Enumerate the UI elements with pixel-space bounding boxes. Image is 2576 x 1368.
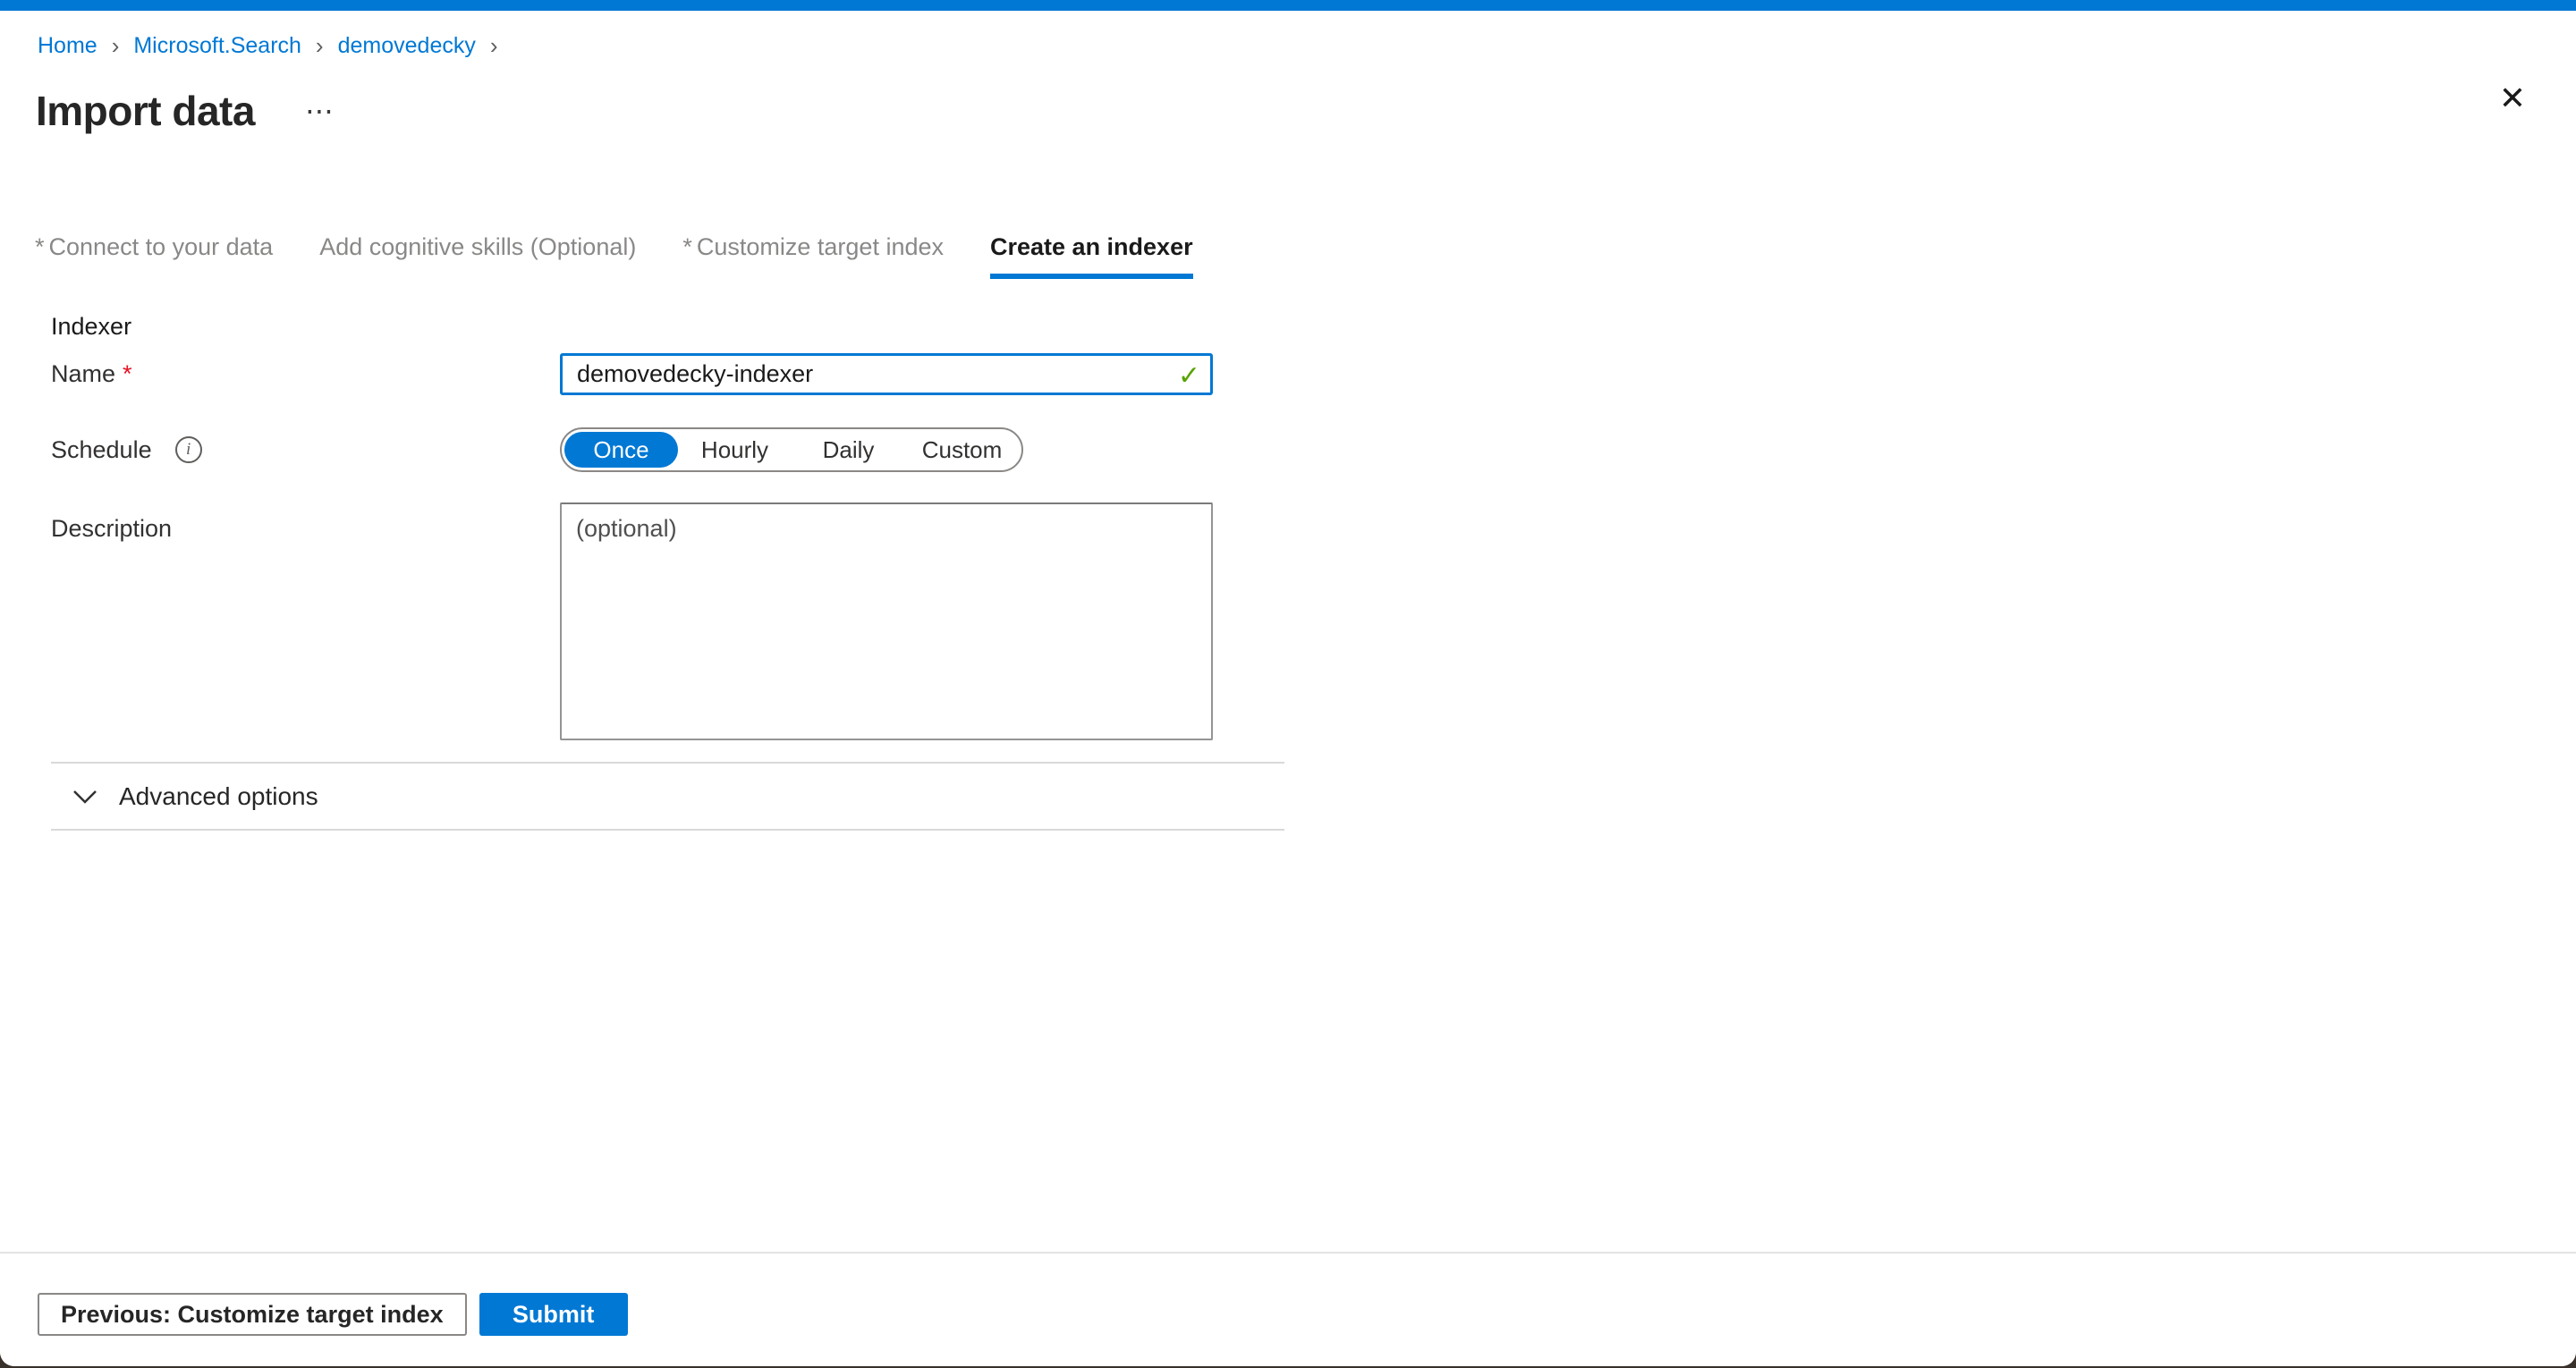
description-textarea[interactable] [560,502,1213,740]
indexer-form: Indexer Name * ✓ Schedule i Once Hourly D… [51,313,2576,740]
tab-label: Connect to your data [49,233,274,260]
advanced-options-toggle[interactable]: Advanced options [51,764,1284,829]
description-row: Description [51,502,2576,740]
required-marker: * [682,233,692,260]
required-marker: * [123,360,132,387]
tab-customize-target-index[interactable]: *Customize target index [682,233,944,279]
submit-button[interactable]: Submit [479,1293,628,1336]
tab-label: Add cognitive skills (Optional) [319,233,636,260]
chevron-right-icon: › [490,32,498,60]
advanced-options-label: Advanced options [119,782,318,811]
schedule-option-custom[interactable]: Custom [905,432,1019,468]
tab-label: Create an indexer [990,233,1193,260]
breadcrumb-home[interactable]: Home [38,33,97,59]
tab-label: Customize target index [697,233,944,260]
breadcrumb-demovedecky[interactable]: demovedecky [338,33,476,59]
section-label-indexer: Indexer [51,313,2576,341]
name-label: Name * [51,360,560,388]
tab-add-cognitive-skills[interactable]: Add cognitive skills (Optional) [319,233,636,279]
schedule-label-text: Schedule [51,436,152,464]
advanced-options-section: Advanced options [51,762,1284,831]
page-title: Import data [36,87,255,135]
indexer-name-input[interactable] [560,353,1213,395]
import-data-panel: Home › Microsoft.Search › demovedecky › … [0,0,2576,1366]
wizard-tabs: *Connect to your data Add cognitive skil… [35,233,2576,279]
breadcrumb-microsoft-search[interactable]: Microsoft.Search [133,33,301,59]
divider [51,829,1284,831]
previous-step-button[interactable]: Previous: Customize target index [38,1293,467,1336]
description-label: Description [51,502,560,543]
header: Import data ⋯ [36,87,2576,135]
more-options-icon[interactable]: ⋯ [305,94,336,128]
tab-create-an-indexer[interactable]: Create an indexer [990,233,1193,279]
breadcrumb: Home › Microsoft.Search › demovedecky › [38,32,2576,60]
close-icon[interactable]: ✕ [2496,79,2529,118]
chevron-right-icon: › [316,32,324,60]
chevron-right-icon: › [112,32,120,60]
tab-connect-to-your-data[interactable]: *Connect to your data [35,233,273,279]
schedule-option-daily[interactable]: Daily [792,432,905,468]
valid-check-icon: ✓ [1178,360,1200,392]
required-marker: * [35,233,45,260]
schedule-option-hourly[interactable]: Hourly [678,432,792,468]
footer-bar: Previous: Customize target index Submit [0,1252,2576,1366]
schedule-row: Schedule i Once Hourly Daily Custom [51,427,2576,472]
schedule-option-once[interactable]: Once [564,432,678,468]
chevron-down-icon [72,789,97,805]
name-label-text: Name [51,360,115,387]
schedule-segmented-control: Once Hourly Daily Custom [560,427,1023,472]
info-icon[interactable]: i [175,436,202,463]
schedule-label: Schedule i [51,436,560,464]
top-accent-bar [0,0,2576,11]
name-row: Name * ✓ [51,353,2576,395]
